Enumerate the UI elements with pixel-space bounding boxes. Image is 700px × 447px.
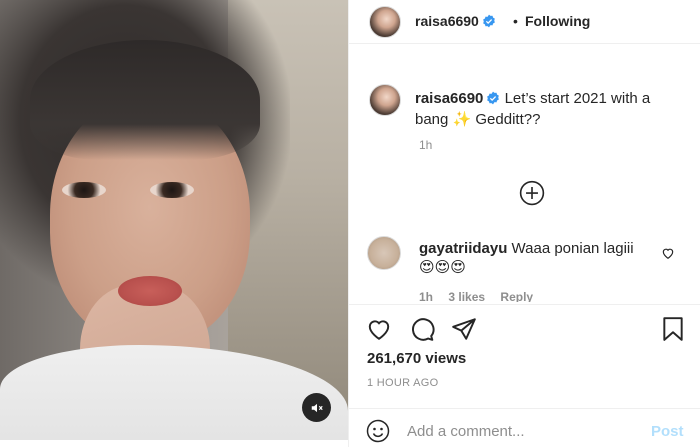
post-header: raisa6690 • Following [349,0,700,44]
smiley-icon[interactable] [366,419,390,443]
author-username-link[interactable]: raisa6690 [415,13,496,29]
heart-icon[interactable] [366,316,392,342]
speaker-muted-icon [311,403,323,412]
comment-text: Waaa ponian lagiii [511,240,634,257]
right-eye-shape [150,182,194,198]
commenter-username[interactable]: gayatriidayu [419,240,507,257]
comment-time[interactable]: 1h [419,290,433,302]
follow-separator: • [513,13,518,29]
comment-bubble-icon[interactable] [409,316,435,342]
comment-like-heart-icon[interactable] [661,246,675,260]
comment-text-block: gayatriidayu Waaa ponian lagiii [419,240,634,257]
plus-circle-icon[interactable] [519,180,545,206]
comment-likes[interactable]: 3 likes [448,290,485,302]
post-side-panel: raisa6690 • Following raisa6690 Let’s st… [348,0,700,447]
post-actions-bar [349,312,700,344]
comment-input[interactable] [407,418,647,444]
following-button[interactable]: Following [525,13,590,29]
caption-username[interactable]: raisa6690 [415,90,483,107]
add-comment-bar: Post [349,408,700,447]
view-count[interactable]: 261,670 views [367,350,466,367]
author-username: raisa6690 [415,13,479,29]
paper-plane-icon[interactable] [451,316,477,342]
comment-reply-button[interactable]: Reply [500,290,533,302]
post-comment-button[interactable]: Post [651,423,684,440]
comment-meta: 1h 3 likes Reply [419,290,545,302]
mute-button[interactable] [302,393,331,422]
post-media-video[interactable] [0,0,348,440]
bangs-shape [30,40,260,160]
verified-badge-icon [483,14,495,28]
caption-time[interactable]: 1h [419,138,432,152]
caption-author-avatar[interactable] [369,84,401,116]
author-avatar[interactable] [369,6,401,38]
lips-shape [118,276,182,306]
commenter-avatar[interactable] [367,236,401,270]
bookmark-icon[interactable] [660,316,686,342]
comment-emojis: 😍😍😍 [419,259,466,276]
actions-divider [349,304,700,305]
post-timestamp[interactable]: 1 HOUR AGO [367,377,438,389]
comment-item: gayatriidayu Waaa ponian lagiii 😍😍😍 1h 3… [349,232,700,302]
verified-badge-icon [487,91,500,105]
left-eye-shape [62,182,106,198]
caption-text-block: raisa6690 Let’s start 2021 with a bang ✨… [415,88,685,130]
